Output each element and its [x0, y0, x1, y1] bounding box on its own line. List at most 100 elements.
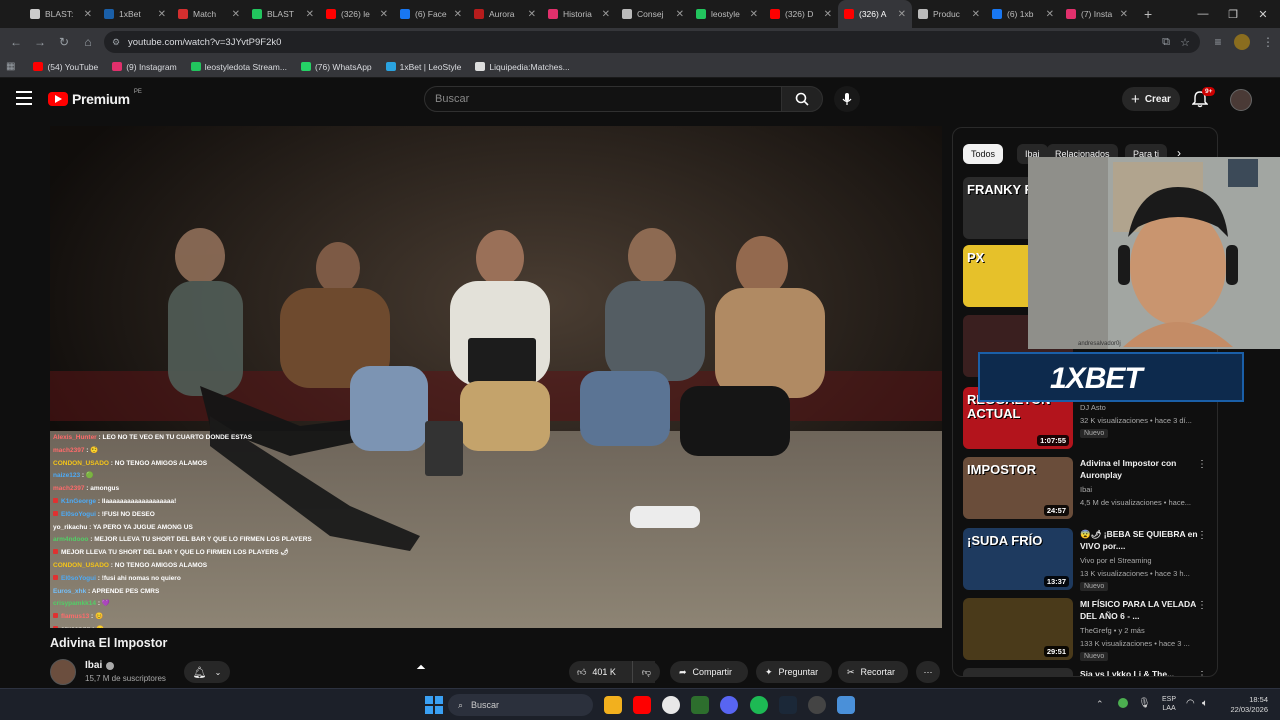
create-button[interactable]: + Crear: [1122, 87, 1180, 111]
channel-name[interactable]: Ibai: [1080, 485, 1217, 494]
tab-close-icon[interactable]: ✕: [380, 9, 388, 20]
file-explorer-icon[interactable]: [604, 696, 622, 714]
kebab-menu-icon[interactable]: ⋮: [1197, 530, 1207, 541]
discord-icon[interactable]: [720, 696, 738, 714]
hamburger-menu-icon[interactable]: [16, 91, 32, 105]
reload-button[interactable]: ↻: [52, 30, 76, 54]
browser-tab[interactable]: (6) Face ✕: [394, 0, 468, 28]
taskbar-search[interactable]: ⌕ Buscar: [448, 694, 593, 716]
tab-close-icon[interactable]: ✕: [898, 9, 906, 20]
tab-close-icon[interactable]: ✕: [232, 9, 240, 20]
app-icon-blue[interactable]: [837, 696, 855, 714]
browser-tab[interactable]: Consej ✕: [616, 0, 690, 28]
back-button[interactable]: ←: [4, 30, 28, 54]
youtube-logo[interactable]: Premium PE: [48, 89, 142, 107]
tab-close-icon[interactable]: ✕: [824, 9, 832, 20]
search-input[interactable]: Buscar: [424, 86, 782, 112]
kebab-menu-icon[interactable]: ⋮: [1197, 670, 1207, 676]
video-title-link[interactable]: Sia vs Lykko Li & The...: [1080, 668, 1198, 676]
ask-button[interactable]: ✦ Preguntar: [756, 661, 832, 683]
tray-app-icon[interactable]: [1118, 698, 1128, 708]
browser-tab[interactable]: BLAST ✕: [246, 0, 320, 28]
tray-expand-icon[interactable]: ⌃: [1096, 699, 1104, 710]
language-indicator[interactable]: ESP LAA: [1162, 695, 1176, 713]
notifications-button[interactable]: 9+: [1191, 87, 1216, 110]
browser-tab[interactable]: (7) Insta ✕: [1060, 0, 1134, 28]
channel-name[interactable]: DJ Asto: [1080, 403, 1217, 412]
bookmark-star-icon[interactable]: ☆: [1180, 36, 1190, 49]
more-actions-button[interactable]: ⋯: [916, 661, 940, 683]
profile-avatar[interactable]: [1234, 34, 1250, 50]
address-bar[interactable]: ⚙ youtube.com/watch?v=3JYvtP9F2k0 ⧉ ☆: [104, 31, 1200, 53]
tab-close-icon[interactable]: ✕: [1046, 9, 1054, 20]
browser-tab[interactable]: 1xBet ✕: [98, 0, 172, 28]
tab-close-icon[interactable]: ✕: [158, 9, 166, 20]
kebab-menu-icon[interactable]: ⋮: [1197, 600, 1207, 611]
app-icon-green[interactable]: [691, 696, 709, 714]
windows-start-icon[interactable]: [425, 696, 443, 714]
share-button[interactable]: ➦ Compartir: [670, 661, 748, 683]
tab-close-icon[interactable]: ✕: [676, 9, 684, 20]
video-title-link[interactable]: MI FÍSICO PARA LA VELADA DEL AÑO 6 - ...: [1080, 598, 1198, 622]
channel-name-link[interactable]: Ibai: [85, 660, 115, 671]
browser-tab[interactable]: leostyle ✕: [690, 0, 764, 28]
steam-icon[interactable]: [779, 696, 797, 714]
tab-close-icon[interactable]: ✕: [528, 9, 536, 20]
video-thumbnail[interactable]: ¡SUDA FRÍO 13:37: [963, 528, 1073, 590]
bookmark-item[interactable]: (9) Instagram: [112, 62, 177, 72]
install-app-icon[interactable]: ⧉: [1162, 36, 1170, 49]
bookmark-item[interactable]: (76) WhatsApp: [300, 62, 372, 72]
subscription-bell-button[interactable]: 🔔︎ ⌄: [184, 661, 230, 683]
obs-icon[interactable]: [808, 696, 826, 714]
browser-tab[interactable]: (326) A ✕: [838, 0, 912, 28]
tab-close-icon[interactable]: ✕: [972, 9, 980, 20]
browser-tab[interactable]: Produc ✕: [912, 0, 986, 28]
browser-tab[interactable]: (326) le ✕: [320, 0, 394, 28]
browser-tab[interactable]: (6) 1xb ✕: [986, 0, 1060, 28]
browser-tab[interactable]: Aurora ✕: [468, 0, 542, 28]
account-avatar[interactable]: [1230, 89, 1252, 111]
voice-search-button[interactable]: [834, 86, 860, 112]
video-thumbnail[interactable]: IMPOSTOR 24:57: [963, 457, 1073, 519]
video-title-link[interactable]: Adivina el Impostor con Auronplay: [1080, 457, 1198, 481]
video-player[interactable]: Alexis_Hunter : LEO NO TE VEO EN TU CUAR…: [50, 126, 942, 628]
bookmark-item[interactable]: Liquipedia:Matches...: [475, 62, 570, 72]
clip-button[interactable]: ✂ Recortar: [838, 661, 908, 683]
wifi-icon[interactable]: ◠: [1186, 698, 1195, 709]
tab-close-icon[interactable]: ✕: [306, 9, 314, 20]
browser-tab[interactable]: Match ✕: [172, 0, 246, 28]
video-thumbnail[interactable]: 29:51: [963, 598, 1073, 660]
video-title-link[interactable]: 😨🌶 ¡BEBA SE QUIEBRA en VIVO por....: [1080, 528, 1198, 552]
search-button[interactable]: [781, 86, 823, 112]
home-button[interactable]: ⌂: [76, 30, 100, 54]
bookmark-item[interactable]: 1xBet | LeoStyle: [385, 62, 461, 72]
video-thumbnail[interactable]: [963, 668, 1073, 676]
tab-close-icon[interactable]: ✕: [1120, 9, 1128, 20]
filter-chip[interactable]: Todos: [963, 144, 1004, 164]
recommendation-item[interactable]: Sia vs Lykko Li & The... ⋮: [963, 668, 1215, 676]
volume-icon[interactable]: 🔈︎: [1202, 698, 1208, 709]
dislike-button[interactable]: 👎︎: [632, 661, 660, 683]
browser-tab[interactable]: BLAST: ✕: [24, 0, 98, 28]
chrome-icon[interactable]: [662, 696, 680, 714]
forward-button[interactable]: →: [28, 30, 52, 54]
browser-tab[interactable]: (326) D ✕: [764, 0, 838, 28]
bookmark-item[interactable]: (54) YouTube: [33, 62, 98, 72]
recommendation-item[interactable]: 29:51 MI FÍSICO PARA LA VELADA DEL AÑO 6 …: [963, 598, 1215, 662]
youtube-app-icon[interactable]: [633, 696, 651, 714]
tab-close-icon[interactable]: ✕: [602, 9, 610, 20]
tab-search-icon[interactable]: ≡: [1206, 30, 1230, 54]
kebab-menu-icon[interactable]: ⋮: [1197, 459, 1207, 470]
tab-close-icon[interactable]: ✕: [750, 9, 758, 20]
channel-name[interactable]: TheGrefg • y 2 más: [1080, 626, 1217, 635]
recommendation-item[interactable]: IMPOSTOR 24:57 Adivina el Impostor con Aur…: [963, 457, 1215, 521]
apps-grid-icon[interactable]: ▦: [6, 61, 15, 72]
browser-menu-icon[interactable]: ⋮: [1256, 30, 1280, 54]
browser-tab[interactable]: Historia ✕: [542, 0, 616, 28]
bookmark-item[interactable]: leostyledota Stream...: [190, 62, 287, 72]
channel-name[interactable]: Vivo por el Streaming: [1080, 556, 1217, 565]
new-tab-button[interactable]: +: [1144, 6, 1152, 22]
microphone-icon[interactable]: 🎙︎: [1138, 698, 1151, 709]
close-window-button[interactable]: ✕: [1248, 0, 1278, 28]
spotify-icon[interactable]: [750, 696, 768, 714]
